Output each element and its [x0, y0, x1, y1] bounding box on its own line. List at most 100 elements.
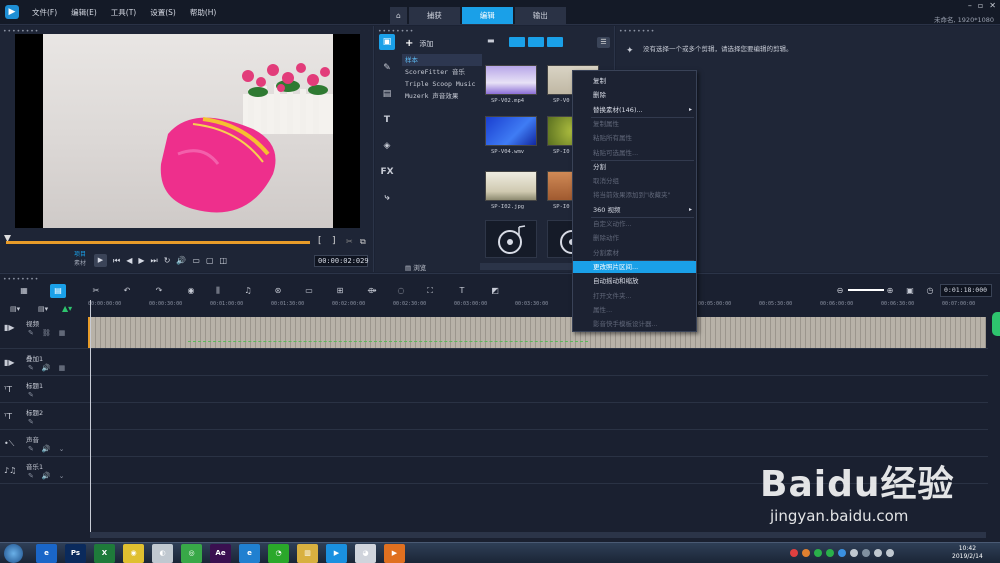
time-ruler[interactable]: 00:00:00:00 00:00:30:00 00:01:00:00 00:01:3… — [88, 301, 988, 313]
tab-capture[interactable]: 捕获 — [408, 7, 460, 24]
panel-grip[interactable]: •••••••• — [3, 276, 39, 283]
mode-project[interactable]: 项目 — [74, 250, 86, 259]
timeline-scrollbar[interactable] — [90, 532, 986, 538]
photoshop-icon[interactable]: Ps — [65, 544, 86, 563]
title2-lane[interactable] — [88, 404, 988, 430]
voice-lane[interactable] — [88, 431, 988, 457]
volume-icon[interactable]: 🔊 — [42, 364, 51, 372]
browse-button[interactable]: ▤ 浏览 — [405, 262, 426, 272]
repeat-icon[interactable]: ↻ — [164, 256, 171, 265]
app-icon[interactable]: ◐ — [152, 544, 173, 563]
chevron-down-icon[interactable]: ⌄ — [59, 472, 65, 480]
close-icon[interactable]: ✕ — [989, 1, 996, 10]
tray-icon[interactable] — [826, 549, 834, 557]
tray-icon[interactable] — [802, 549, 810, 557]
zoom-out-icon[interactable]: ⊖ — [832, 284, 848, 298]
tray-icon[interactable] — [790, 549, 798, 557]
storyboard-view-icon[interactable]: ▦ — [16, 284, 32, 298]
zoom-slider[interactable] — [848, 289, 884, 291]
split-clip-icon[interactable]: ✂ — [346, 237, 353, 246]
grid-icon[interactable]: ▦ — [59, 329, 66, 337]
fit-project-icon[interactable]: ▣ — [902, 284, 918, 298]
lock-icon[interactable]: ✎ — [28, 329, 34, 337]
track-manager-icon[interactable]: ▤▾ — [10, 305, 20, 313]
3d-title-icon[interactable]: T — [454, 284, 470, 298]
side-expand-button[interactable] — [992, 312, 1000, 336]
menu-help[interactable]: 帮助(H) — [190, 7, 217, 18]
end-icon[interactable]: ⏭ — [151, 256, 158, 266]
ie-icon[interactable]: e — [36, 544, 57, 563]
media-thumb[interactable] — [485, 116, 537, 146]
start-button[interactable] — [4, 544, 23, 563]
add-folder-button[interactable]: + 添加 — [405, 38, 433, 49]
tools-icon[interactable]: ✂ — [88, 284, 104, 298]
minimize-icon[interactable]: – — [968, 1, 972, 10]
title1-lane[interactable] — [88, 377, 988, 403]
menu-edit[interactable]: 编辑(E) — [71, 7, 97, 18]
app-icon[interactable]: ◎ — [181, 544, 202, 563]
tab-share[interactable]: 输出 — [514, 7, 566, 24]
filter-icon[interactable]: FX — [379, 164, 395, 180]
timeline-duration[interactable]: 0:01:18:000 — [940, 284, 992, 297]
mark-in-icon[interactable]: [ — [318, 236, 322, 246]
tray-icon[interactable] — [862, 549, 870, 557]
title-icon[interactable]: T — [379, 112, 395, 128]
menu-file[interactable]: 文件(F) — [32, 7, 57, 18]
after-effects-icon[interactable]: Ae — [210, 544, 231, 563]
media-thumb[interactable] — [485, 220, 537, 258]
grid-icon[interactable]: ▦ — [59, 364, 66, 372]
snapshot-icon[interactable]: ◫ — [220, 256, 228, 265]
folder-item[interactable]: ScoreFitter 音乐 — [402, 66, 482, 78]
tray-icon[interactable] — [850, 549, 858, 557]
ripple-edit-icon[interactable]: ▲▾ — [62, 304, 72, 313]
pan-zoom-icon[interactable]: ⛶ — [422, 284, 438, 298]
wechat-icon[interactable]: ◔ — [268, 544, 289, 563]
sound-mixer-icon[interactable]: ⫼ — [210, 284, 226, 298]
menu-tools[interactable]: 工具(T) — [111, 7, 136, 18]
home-icon[interactable]: ⌂ — [390, 7, 407, 24]
context-menu-item[interactable]: 替换素材(146)... ▸ — [573, 104, 696, 116]
tray-icon[interactable] — [838, 549, 846, 557]
media-thumb[interactable] — [485, 65, 537, 95]
show-audio-icon[interactable] — [547, 37, 563, 47]
hd-icon[interactable]: ▭ — [192, 256, 200, 265]
context-menu-item[interactable]: 复制 — [573, 75, 696, 87]
excel-icon[interactable]: X — [94, 544, 115, 563]
auto-music-icon[interactable]: ♫ — [240, 284, 256, 298]
enlarge-preview-icon[interactable]: ⧉ — [360, 237, 366, 247]
lock-icon[interactable]: ✎ — [28, 391, 34, 399]
folder-item[interactable]: 样本 — [402, 54, 482, 66]
tray-icon[interactable] — [814, 549, 822, 557]
next-frame-icon[interactable]: ▶ — [138, 256, 144, 265]
video-clip[interactable] — [88, 317, 986, 348]
multi-camera-icon[interactable]: ⊞ — [332, 284, 348, 298]
playhead[interactable] — [90, 300, 91, 532]
instant-project-icon[interactable]: ✎ — [379, 60, 395, 76]
context-menu-item[interactable]: 删除 — [573, 89, 696, 101]
split-screen-icon[interactable]: ◩ — [487, 284, 503, 298]
time-remapping-icon[interactable]: ⟴ — [364, 284, 380, 298]
lock-icon[interactable]: ✎ — [28, 445, 34, 453]
record-capture-icon[interactable]: ◉ — [183, 284, 199, 298]
path-icon[interactable]: ⤷ — [379, 190, 395, 206]
folder-item[interactable]: Muzerk 声音效果 — [402, 90, 482, 102]
restore-icon[interactable]: ▫ — [978, 1, 983, 10]
lock-icon[interactable]: ✎ — [28, 418, 34, 426]
subtitle-editor-icon[interactable]: ▭ — [301, 284, 317, 298]
folder-item[interactable]: Triple Scoop Music — [402, 78, 482, 90]
lock-icon[interactable]: ✎ — [28, 364, 34, 372]
previous-frame-icon[interactable]: ◀ — [126, 256, 132, 265]
chrome-icon[interactable]: ◉ — [123, 544, 144, 563]
overlay-lane[interactable] — [88, 350, 988, 376]
video-preview[interactable] — [15, 34, 360, 228]
video-lane[interactable] — [88, 315, 988, 349]
show-photo-icon[interactable] — [528, 37, 544, 47]
undo-icon[interactable]: ↶ — [119, 284, 135, 298]
lock-icon[interactable]: ✎ — [28, 472, 34, 480]
motion-tracking-icon[interactable]: ⊛ — [270, 284, 286, 298]
list-view-icon[interactable]: ☰ — [597, 37, 610, 48]
mark-out-icon[interactable]: ] — [332, 236, 336, 246]
tab-edit[interactable]: 编辑 — [461, 7, 513, 24]
aspect-icon[interactable]: ▢ — [206, 256, 214, 265]
scrub-bar[interactable] — [6, 241, 310, 244]
